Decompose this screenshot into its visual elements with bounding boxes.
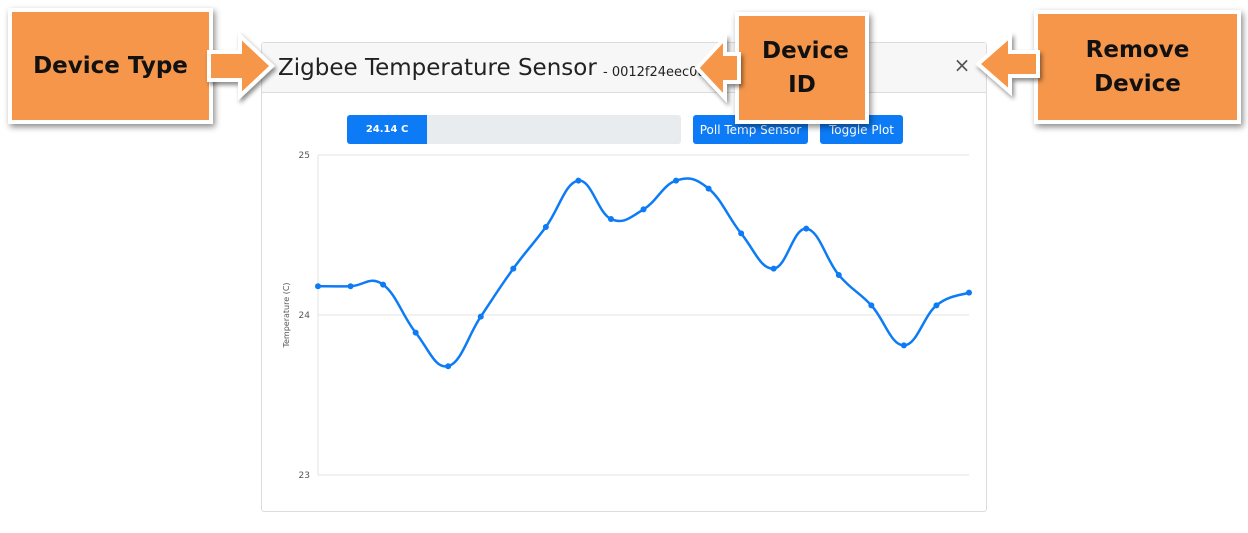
remove-device-arrow [974, 31, 1040, 97]
data-point [673, 177, 680, 184]
y-axis-title: Temperature (C) [282, 282, 291, 348]
data-point [640, 206, 647, 213]
data-point [445, 363, 452, 370]
data-point [966, 289, 972, 296]
device-id-callout-label: Device ID [762, 38, 849, 98]
data-point [770, 265, 777, 272]
data-point [510, 265, 517, 272]
data-point [380, 281, 387, 288]
remove-device-callout: Remove Device [1034, 10, 1241, 124]
data-point [315, 283, 321, 290]
device-card: Zigbee Temperature Sensor - 0012f24eec08… [261, 42, 987, 512]
y-tick-label: 25 [299, 151, 310, 161]
data-point [705, 185, 712, 192]
data-point [477, 313, 484, 320]
data-point [900, 342, 907, 349]
data-point [835, 272, 842, 278]
data-point [803, 225, 810, 232]
device-type-callout-label: Device Type [33, 53, 188, 79]
data-point [607, 216, 614, 222]
data-point [347, 283, 354, 290]
data-point [412, 329, 419, 336]
data-point [575, 177, 582, 184]
y-tick-label: 24 [299, 311, 311, 321]
device-type-callout: Device Type [8, 8, 213, 124]
data-point [933, 302, 940, 309]
data-point [738, 230, 745, 237]
remove-device-callout-label: Remove Device [1085, 37, 1190, 97]
device-id-callout: Device ID [735, 12, 869, 124]
data-point [542, 224, 549, 230]
temperature-chart: 25 24 23 Temperature (C) [282, 151, 972, 481]
data-point [868, 302, 875, 309]
y-tick-label: 23 [299, 471, 310, 481]
